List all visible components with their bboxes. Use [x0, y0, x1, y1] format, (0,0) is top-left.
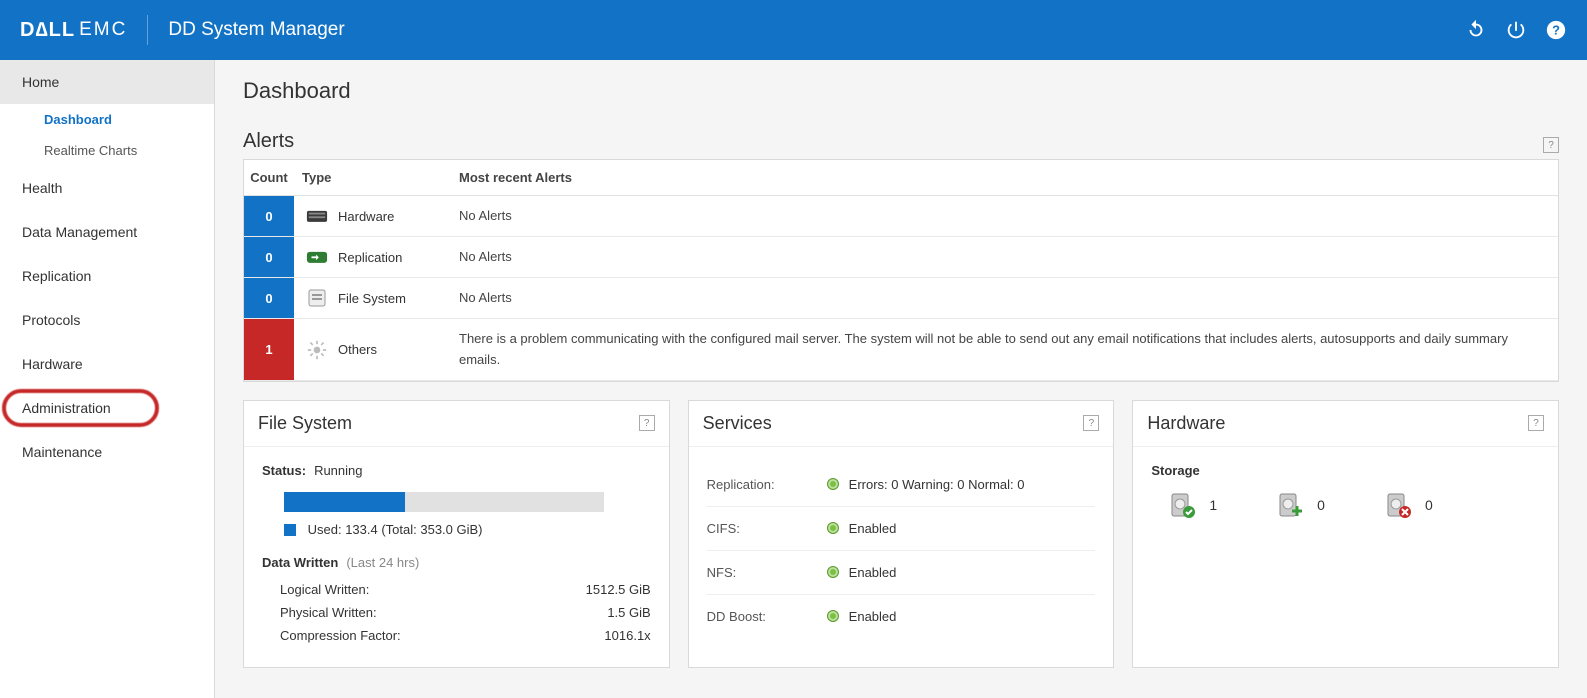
alerts-title: Alerts [243, 130, 294, 153]
brand-separator [147, 15, 148, 45]
svg-text:?: ? [1552, 23, 1560, 38]
legend-used-swatch [284, 524, 296, 536]
dw-label: Physical Written: [280, 605, 377, 620]
help-icon[interactable]: ? [1545, 19, 1567, 41]
svc-value: Enabled [849, 565, 897, 580]
dw-value: 1512.5 GiB [586, 582, 651, 597]
sidebar-item-health[interactable]: Health [0, 166, 214, 210]
drive-fail-icon [1385, 492, 1411, 518]
sidebar-sub-realtime-charts[interactable]: Realtime Charts [0, 135, 214, 166]
replication-icon [306, 247, 328, 267]
sidebar-item-hardware[interactable]: Hardware [0, 342, 214, 386]
storage-add-value: 0 [1317, 497, 1325, 513]
usage-bar [284, 492, 604, 512]
svc-value: Enabled [849, 609, 897, 624]
alerts-col-count: Count [244, 170, 294, 185]
status-ok-icon [827, 610, 839, 622]
alerts-help-icon[interactable]: ? [1543, 137, 1559, 153]
alert-msg: No Alerts [459, 196, 1558, 236]
alerts-panel: Count Type Most recent Alerts 0 Hardware… [243, 159, 1559, 382]
alert-row-others[interactable]: 1 Others There is a problem communicatin… [244, 319, 1558, 380]
sidebar-item-administration[interactable]: Administration [0, 386, 214, 430]
status-label: Status: [262, 463, 306, 478]
filesystem-title: File System [258, 413, 352, 434]
hardware-title: Hardware [1147, 413, 1225, 434]
sidebar: Home Dashboard Realtime Charts Health Da… [0, 60, 215, 698]
storage-ok[interactable]: 1 [1169, 492, 1217, 518]
status-ok-icon [827, 478, 839, 490]
status-value: Running [314, 463, 362, 478]
alert-count: 0 [244, 278, 294, 318]
status-ok-icon [827, 566, 839, 578]
alert-type-label: File System [338, 291, 406, 306]
sidebar-item-maintenance[interactable]: Maintenance [0, 430, 214, 474]
svc-label: CIFS: [707, 521, 827, 536]
filesystem-icon [306, 288, 328, 308]
svc-label: DD Boost: [707, 609, 827, 624]
alert-row-filesystem[interactable]: 0 File System No Alerts [244, 278, 1558, 319]
alert-count: 0 [244, 237, 294, 277]
topbar-actions: ? [1465, 19, 1567, 41]
service-row-replication[interactable]: Replication: Errors: 0 Warning: 0 Normal… [707, 463, 1096, 507]
service-row-ddboost[interactable]: DD Boost: Enabled [707, 595, 1096, 638]
alert-type-label: Others [338, 342, 377, 357]
hardware-help-icon[interactable]: ? [1528, 415, 1544, 431]
alert-msg: No Alerts [459, 237, 1558, 277]
alert-type-label: Hardware [338, 209, 394, 224]
storage-add[interactable]: 0 [1277, 492, 1325, 518]
refresh-icon[interactable] [1465, 19, 1487, 41]
filesystem-card: File System ? Status: Running Used: 133.… [243, 400, 670, 668]
service-row-nfs[interactable]: NFS: Enabled [707, 551, 1096, 595]
power-icon[interactable] [1505, 19, 1527, 41]
alert-count: 1 [244, 319, 294, 379]
storage-fail-value: 0 [1425, 497, 1433, 513]
brand-emc: EMC [79, 19, 127, 41]
dw-label: Logical Written: [280, 582, 369, 597]
dw-value: 1.5 GiB [607, 605, 650, 620]
dw-value: 1016.1x [604, 628, 650, 643]
alerts-col-msg: Most recent Alerts [459, 170, 1558, 185]
sidebar-sub-dashboard[interactable]: Dashboard [0, 104, 214, 135]
page-title: Dashboard [243, 78, 1559, 104]
gear-icon [306, 340, 328, 360]
usage-legend: Used: 133.4 (Total: 353.0 GiB) [308, 522, 483, 537]
alert-msg: There is a problem communicating with th… [459, 319, 1558, 379]
app-title: DD System Manager [168, 19, 344, 41]
data-written-title: Data Written [262, 555, 338, 570]
services-title: Services [703, 413, 772, 434]
sidebar-item-protocols[interactable]: Protocols [0, 298, 214, 342]
alert-row-hardware[interactable]: 0 Hardware No Alerts [244, 196, 1558, 237]
alert-count: 0 [244, 196, 294, 236]
sidebar-item-home[interactable]: Home [0, 60, 214, 104]
hardware-icon [306, 206, 328, 226]
hardware-card: Hardware ? Storage 1 [1132, 400, 1559, 668]
service-row-cifs[interactable]: CIFS: Enabled [707, 507, 1096, 551]
svc-value: Enabled [849, 521, 897, 536]
alert-row-replication[interactable]: 0 Replication No Alerts [244, 237, 1558, 278]
svc-label: NFS: [707, 565, 827, 580]
content: Dashboard Alerts ? Count Type Most recen… [215, 60, 1587, 698]
storage-fail[interactable]: 0 [1385, 492, 1433, 518]
status-ok-icon [827, 522, 839, 534]
data-written-period: (Last 24 hrs) [346, 555, 419, 570]
drive-ok-icon [1169, 492, 1195, 518]
alerts-col-type: Type [294, 170, 459, 185]
svc-label: Replication: [707, 477, 827, 492]
drive-add-icon [1277, 492, 1303, 518]
services-card: Services ? Replication: Errors: 0 Warnin… [688, 400, 1115, 668]
sidebar-item-replication[interactable]: Replication [0, 254, 214, 298]
svc-value: Errors: 0 Warning: 0 Normal: 0 [849, 477, 1025, 492]
services-help-icon[interactable]: ? [1083, 415, 1099, 431]
brand: D∆LL EMC DD System Manager [20, 15, 345, 45]
top-bar: D∆LL EMC DD System Manager ? [0, 0, 1587, 60]
sidebar-item-data-management[interactable]: Data Management [0, 210, 214, 254]
alerts-header-row: Count Type Most recent Alerts [244, 160, 1558, 196]
alert-msg: No Alerts [459, 278, 1558, 318]
filesystem-help-icon[interactable]: ? [639, 415, 655, 431]
storage-label: Storage [1151, 463, 1540, 478]
brand-logo: D∆LL [20, 19, 75, 42]
dw-label: Compression Factor: [280, 628, 401, 643]
alert-type-label: Replication [338, 250, 402, 265]
storage-ok-value: 1 [1209, 497, 1217, 513]
